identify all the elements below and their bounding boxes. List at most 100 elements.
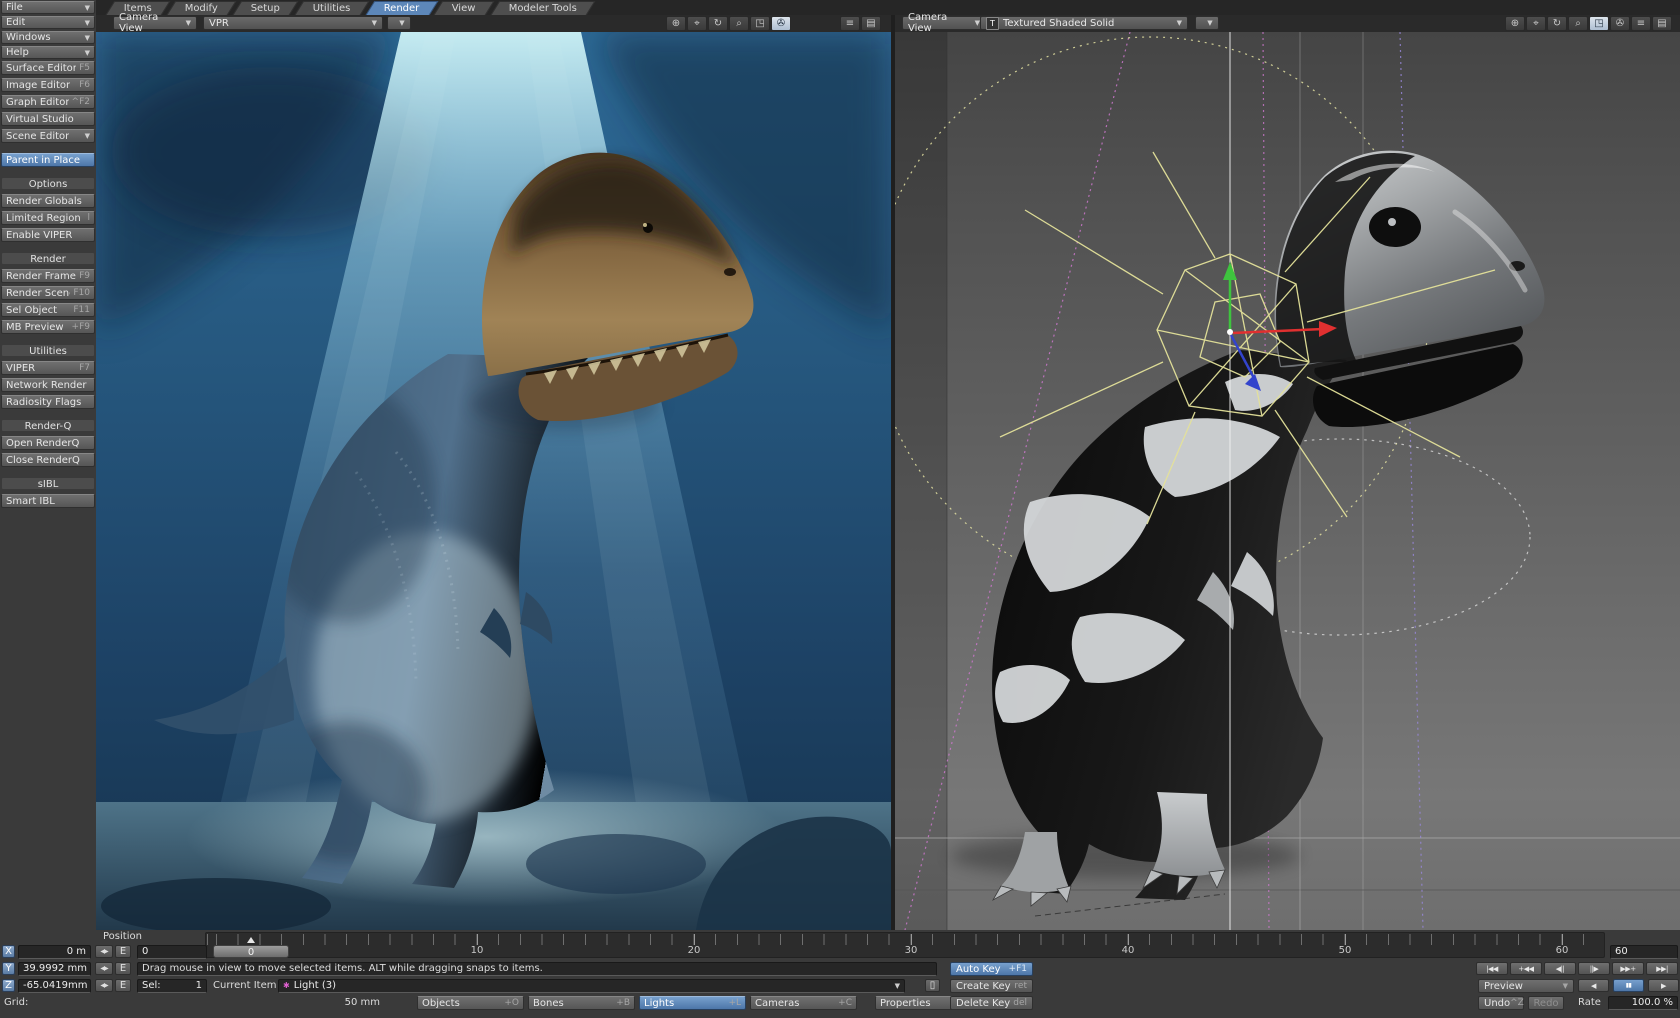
- rate-field[interactable]: 100.0 %: [1608, 996, 1678, 1010]
- nudge-arrows-button[interactable]: ◀▶: [95, 945, 113, 958]
- position-value-x[interactable]: 0 m: [18, 945, 91, 959]
- film-icon[interactable]: ▤: [1652, 16, 1672, 31]
- item-type-cameras[interactable]: Cameras+C: [750, 996, 857, 1010]
- current-item-dropdown[interactable]: ✱ Light (3) ▼: [278, 979, 905, 993]
- right-view-type-dropdown[interactable]: Camera View ▼: [902, 16, 986, 30]
- sidebar-item-label: VIPER: [6, 363, 35, 374]
- sidebar-item-render-scene[interactable]: Render SceneF10: [1, 286, 95, 300]
- sidebar-item-limited-region[interactable]: Limited Regionl: [1, 211, 95, 225]
- next-frame-button[interactable]: ||▶: [1578, 962, 1610, 975]
- move-icon[interactable]: ⌖: [687, 16, 707, 31]
- move-icon[interactable]: ⌖: [1526, 16, 1546, 31]
- timeline-ruler[interactable]: 102030405060 0: [205, 932, 1605, 958]
- sidebar-item-enable-viper[interactable]: Enable VIPER: [1, 228, 95, 242]
- sidebar-item-image-editor[interactable]: Image EditorF6: [1, 78, 95, 92]
- right-render-mode-dropdown[interactable]: T Textured Shaded Solid ▼: [980, 16, 1188, 30]
- sidebar-item-label: Surface Editor: [6, 63, 76, 74]
- menu-edit[interactable]: Edit▼: [1, 16, 95, 29]
- sidebar-item-viper[interactable]: VIPERF7: [1, 361, 95, 375]
- tab-render[interactable]: Render: [366, 1, 438, 15]
- frame-slider-handle[interactable]: 0: [213, 945, 289, 958]
- menu-help[interactable]: Help▼: [1, 46, 95, 59]
- axis-button-x[interactable]: X: [2, 945, 15, 958]
- undo-button[interactable]: Undo ^Z: [1478, 996, 1524, 1010]
- sidebar-item-sel-object[interactable]: Sel ObjectF11: [1, 303, 95, 317]
- item-type-objects[interactable]: Objects+O: [417, 996, 524, 1010]
- left-viewport-options-dropdown[interactable]: ▼: [387, 16, 411, 30]
- maximize-icon[interactable]: ◳: [750, 16, 770, 31]
- tab-setup[interactable]: Setup: [233, 1, 299, 15]
- tab-modeler-tools[interactable]: Modeler Tools: [491, 1, 596, 15]
- play-reverse-button[interactable]: ◀: [1578, 979, 1609, 992]
- menu-file[interactable]: File▼: [1, 1, 95, 14]
- nudge-arrows-button[interactable]: ◀▶: [95, 962, 113, 975]
- pan-icon[interactable]: ⊕: [1505, 16, 1525, 31]
- camera-icon[interactable]: ✇: [771, 16, 791, 31]
- maximize-icon[interactable]: ◳: [1589, 16, 1609, 31]
- tab-view[interactable]: View: [434, 1, 494, 15]
- pan-icon[interactable]: ⊕: [666, 16, 686, 31]
- sidebar-item-graph-editor[interactable]: Graph Editor^F2: [1, 95, 95, 109]
- sidebar-item-parent-in-place[interactable]: Parent in Place: [1, 153, 95, 167]
- sidebar-item-network-render[interactable]: Network Render: [1, 378, 95, 392]
- prev-frame-button[interactable]: ◀||: [1544, 962, 1576, 975]
- nudge-arrows-button[interactable]: ◀▶: [95, 979, 113, 992]
- envelope-button[interactable]: E: [115, 962, 131, 975]
- axis-button-y[interactable]: Y: [2, 962, 15, 975]
- sidebar-item-open-renderq[interactable]: Open RenderQ: [1, 436, 95, 450]
- right-viewport-options-dropdown[interactable]: ▼: [1195, 16, 1219, 30]
- next-key-button[interactable]: ▶▶+: [1612, 962, 1644, 975]
- sidebar-item-scene-editor[interactable]: Scene Editor▼: [1, 129, 95, 143]
- sidebar-item-surface-editor[interactable]: Surface EditorF5: [1, 61, 95, 75]
- envelope-button[interactable]: E: [115, 945, 131, 958]
- menu-icon[interactable]: ≡: [840, 16, 860, 31]
- film-icon[interactable]: ▤: [861, 16, 881, 31]
- tab-utilities[interactable]: Utilities: [295, 1, 369, 15]
- camera-icon[interactable]: ✇: [1610, 16, 1630, 31]
- auto-key-button[interactable]: Auto Key +F1: [950, 962, 1033, 976]
- left-view-type-dropdown[interactable]: Camera View ▼: [113, 16, 197, 30]
- delete-key-button[interactable]: Delete Key del: [950, 996, 1033, 1010]
- rotate-icon[interactable]: ↻: [708, 16, 728, 31]
- opengl-viewport-canvas[interactable]: [895, 32, 1680, 933]
- sidebar-item-mb-preview[interactable]: MB Preview+F9: [1, 320, 95, 334]
- chevron-down-icon: ▼: [1563, 982, 1568, 990]
- sidebar-item-render-frame[interactable]: Render FrameF9: [1, 269, 95, 283]
- current-frame-field[interactable]: 0: [137, 945, 207, 959]
- menu-icon[interactable]: ≡: [1631, 16, 1651, 31]
- redo-button[interactable]: Redo: [1528, 996, 1564, 1010]
- prev-key-button[interactable]: +◀◀: [1510, 962, 1542, 975]
- vpr-render-canvas[interactable]: [96, 32, 891, 933]
- rotate-icon[interactable]: ↻: [1547, 16, 1567, 31]
- envelope-button[interactable]: E: [115, 979, 131, 992]
- menu-label: Windows: [6, 32, 51, 43]
- axis-button-z[interactable]: Z: [2, 979, 15, 992]
- zoom-icon[interactable]: ⌕: [1568, 16, 1588, 31]
- item-type-lights[interactable]: Lights+L: [639, 996, 746, 1010]
- position-value-z[interactable]: -65.0419mm: [18, 979, 91, 993]
- left-viewport: Camera View ▼ VPR ▼ ▼ ⊕⌖↻⌕◳✇ ≡▤: [96, 15, 891, 930]
- item-type-bones[interactable]: Bones+B: [528, 996, 635, 1010]
- lightwave-layout-window: ItemsModifySetupUtilitiesRenderViewModel…: [0, 0, 1680, 1018]
- jump-end-button[interactable]: ▶▶|: [1646, 962, 1678, 975]
- sidebar-item-label: Render Frame: [6, 271, 76, 282]
- menu-windows[interactable]: Windows▼: [1, 31, 95, 44]
- left-render-mode-dropdown[interactable]: VPR ▼: [203, 16, 383, 30]
- create-key-button[interactable]: Create Key ret: [950, 979, 1033, 993]
- timeline-major-tick: [477, 934, 478, 945]
- zoom-icon[interactable]: ⌕: [729, 16, 749, 31]
- play-button[interactable]: ▶: [1648, 979, 1679, 992]
- sidebar-item-virtual-studio[interactable]: Virtual Studio: [1, 112, 95, 126]
- preview-dropdown[interactable]: Preview ▼: [1478, 979, 1574, 993]
- item-panel-toggle-button[interactable]: ▯: [925, 979, 940, 992]
- sidebar-item-close-renderq[interactable]: Close RenderQ: [1, 453, 95, 467]
- position-value-y[interactable]: 39.9992 mm: [18, 962, 91, 976]
- sidebar-item-render-globals[interactable]: Render Globals: [1, 194, 95, 208]
- sidebar-item-radiosity-flags[interactable]: Radiosity Flags: [1, 395, 95, 409]
- end-frame-field[interactable]: 60: [1610, 945, 1678, 959]
- chevron-down-icon: ▼: [85, 132, 90, 140]
- jump-start-button[interactable]: |◀◀: [1476, 962, 1508, 975]
- pause-button[interactable]: ▮▮: [1613, 979, 1644, 992]
- sidebar-item-smart-ibl[interactable]: Smart IBL: [1, 494, 95, 508]
- timeline-tick-label: 30: [905, 945, 918, 956]
